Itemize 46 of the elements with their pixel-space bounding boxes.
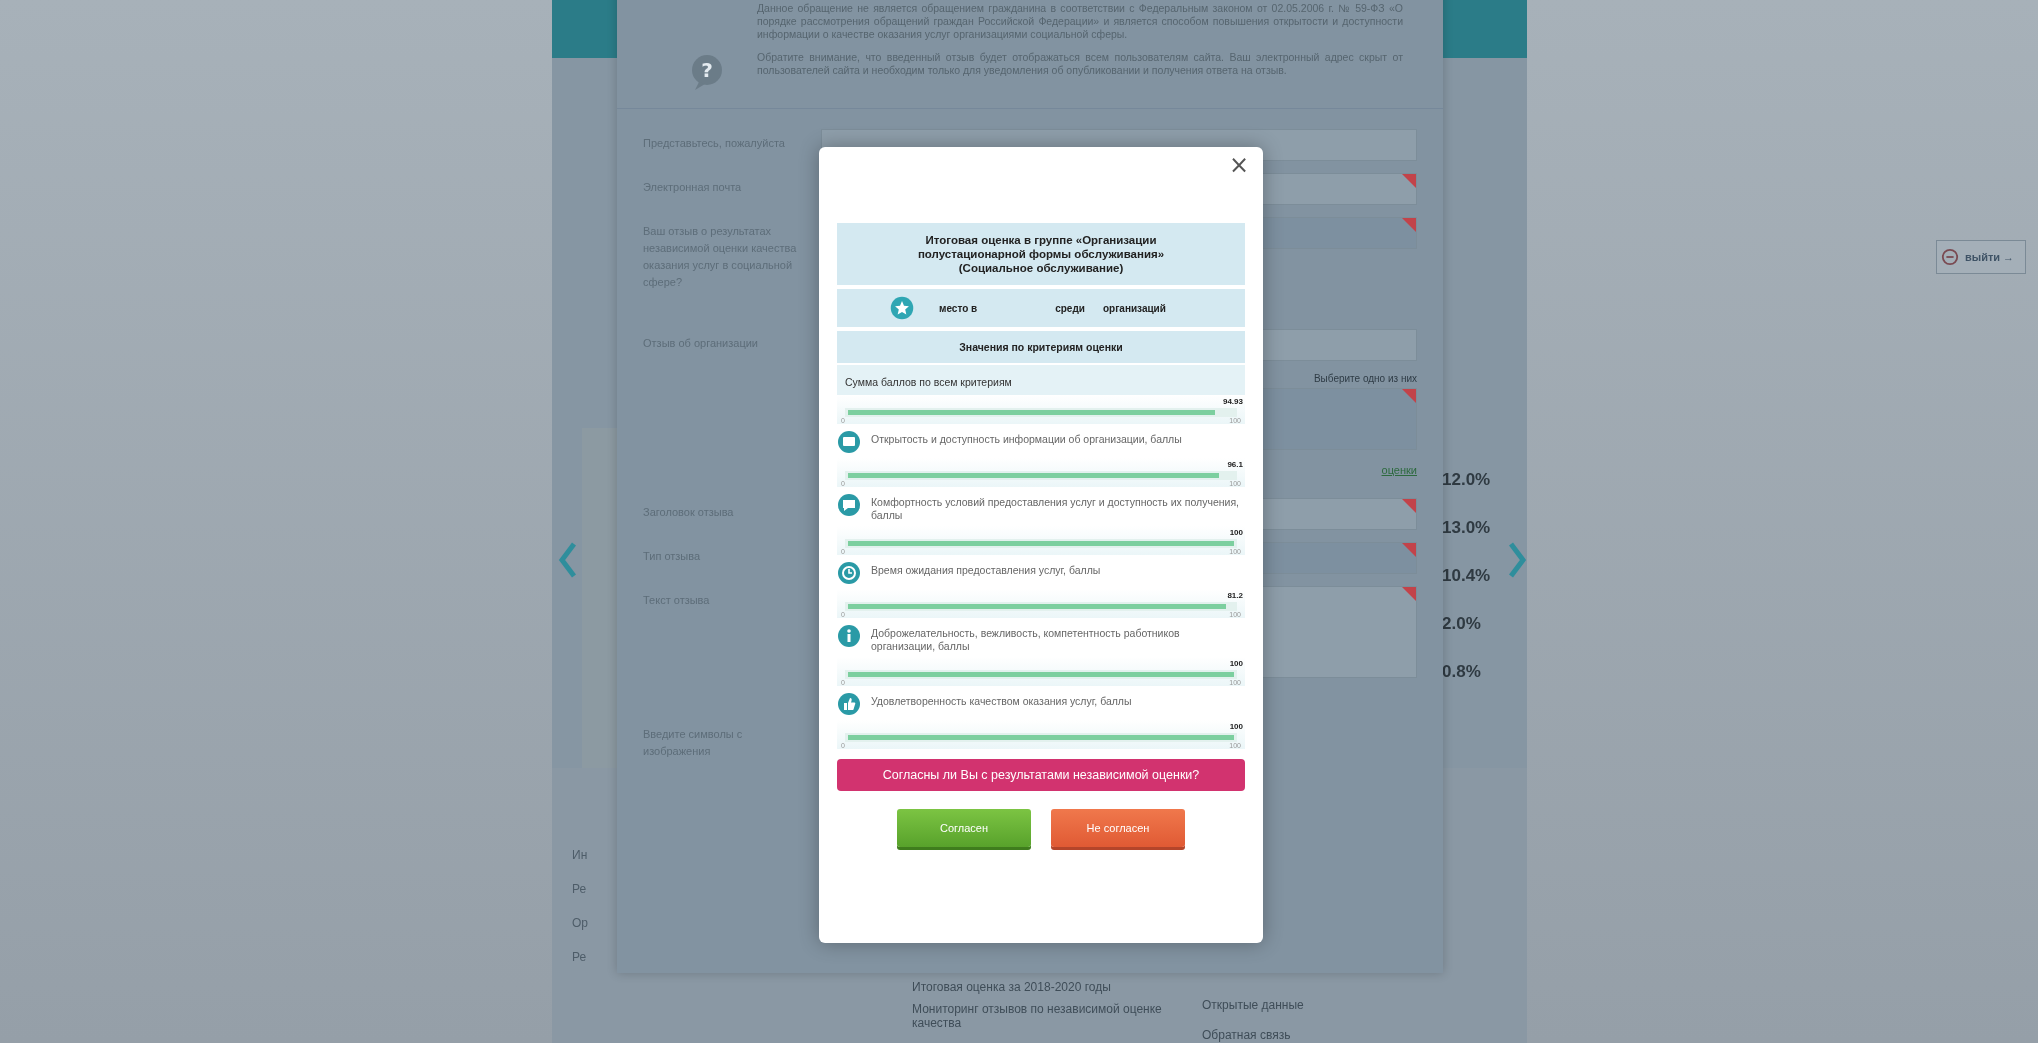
logout-widget[interactable]: выйти → [1936,240,2026,274]
criterion-label: Доброжелательность, вежливость, компетентность работников организации, баллы [871,626,1181,653]
section-heading: Значения по критериям оценки [837,331,1245,363]
thumbs-up-icon [837,692,861,716]
dialog-heading: Итоговая оценка в группе «Организации полустационарной формы обслуживания» (Социальное обслуживание) [837,223,1245,285]
criterion-label: Комфортность условий предоставления услуг и доступность их получения, баллы [871,495,1241,522]
score-value: 96.1 [1227,460,1243,469]
rank-text: среди [1055,302,1085,314]
chat-icon [837,493,861,517]
percentage-value: 12.0% [1442,470,1491,490]
criterion-label: Сумма баллов по всем критериям [845,375,1012,389]
footer-link[interactable]: Мониторинг отзывов по независимой оценке качества [912,1002,1162,1030]
percentage-value: 10.4% [1442,566,1491,586]
score-value: 100 [1229,528,1243,537]
criterion-label: Время ожидания предоставления услуг, баллы [871,563,1101,577]
footer-link[interactable]: Ин [572,848,602,862]
percentage-value: 0.8% [1442,662,1482,682]
score-value: 100 [1229,722,1243,731]
exit-icon [1941,248,1959,266]
score-value: 81.2 [1227,591,1243,600]
footer-link[interactable]: Обратная связь [1202,1028,1304,1042]
footer-link[interactable]: Открытые данные [1202,998,1304,1012]
monitor-icon [837,430,861,454]
footer-link[interactable]: Ор [572,916,602,930]
score-value: 100 [1229,659,1243,668]
percentage-value: 2.0% [1442,614,1482,634]
footer-link[interactable]: Ре [572,950,602,964]
chevron-right-icon[interactable] [1507,540,1527,580]
field-hint: Выберите одно из них [1313,373,1417,384]
percentage-value: 13.0% [1442,518,1491,538]
chevron-left-icon[interactable] [558,540,578,580]
footer-link[interactable]: Ре [572,882,602,896]
close-button[interactable]: × [1224,153,1253,177]
info-icon [837,624,861,648]
clock-icon [837,561,861,585]
logout-link[interactable]: выйти → [1965,251,2015,263]
rank-text: место в [939,302,978,314]
score-value: 94.93 [1222,397,1243,406]
rank-text: организаций [1102,302,1166,314]
footer-link[interactable]: Итоговая оценка за 2018-2020 годы [912,980,1162,994]
criterion-label: Открытость и доступность информации об организации, баллы [871,432,1182,446]
criterion-label: Удовлетворенность качеством оказания услуг, баллы [871,694,1132,708]
question-banner: Согласны ли Вы с результатами независимой оценки? [837,759,1245,791]
agree-button[interactable]: Согласен [897,809,1031,847]
criteria-link[interactable]: оценки [1381,464,1417,476]
disagree-button[interactable]: Не согласен [1051,809,1185,847]
